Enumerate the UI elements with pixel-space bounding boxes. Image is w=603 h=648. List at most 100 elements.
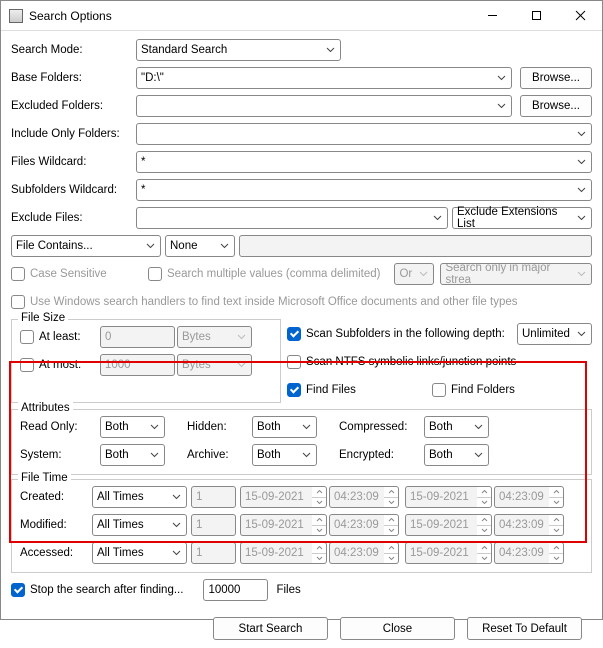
chevron-down-icon — [326, 47, 335, 53]
exclude-files-label: Exclude Files: — [11, 212, 136, 224]
created-date2-input[interactable]: 15-09-2021 — [405, 486, 477, 508]
accessed-mode-combo[interactable]: All Times — [92, 542, 187, 564]
accessed-date1-spin[interactable] — [312, 542, 327, 564]
attributes-fieldset: Attributes Read Only: Both Hidden: Both … — [11, 409, 592, 475]
modified-date1-spin[interactable] — [312, 514, 327, 536]
subfolders-wildcard-combo[interactable]: * — [136, 179, 592, 201]
include-only-label: Include Only Folders: — [11, 128, 136, 140]
created-time1-input[interactable]: 04:23:09 — [329, 486, 384, 508]
files-wildcard-combo[interactable]: * — [136, 151, 592, 173]
up-icon — [549, 487, 563, 498]
find-files-label: Find Files — [306, 384, 356, 396]
stop-after-checkbox[interactable] — [11, 583, 25, 597]
modified-count-input[interactable]: 1 — [191, 514, 236, 536]
modified-time1-input[interactable]: 04:23:09 — [329, 514, 384, 536]
created-count-input[interactable]: 1 — [191, 486, 236, 508]
accessed-time1-input[interactable]: 04:23:09 — [329, 542, 384, 564]
scan-ntfs-checkbox[interactable] — [287, 355, 301, 369]
down-icon — [477, 526, 491, 536]
at-least-unit-combo[interactable]: Bytes — [177, 326, 252, 348]
stop-after-input[interactable]: 10000 — [203, 579, 268, 601]
start-search-button[interactable]: Start Search — [213, 617, 328, 640]
use-handlers-label: Use Windows search handlers to find text… — [30, 296, 518, 308]
contains-mode-combo[interactable]: None — [165, 235, 235, 257]
modified-date2-input[interactable]: 15-09-2021 — [405, 514, 477, 536]
archive-combo[interactable]: Both — [252, 444, 317, 466]
exclude-files-combo[interactable] — [136, 207, 448, 229]
read-only-combo[interactable]: Both — [100, 416, 165, 438]
at-least-input[interactable]: 0 — [100, 326, 175, 348]
created-time2-spin[interactable] — [549, 486, 564, 508]
browse-base-button[interactable]: Browse... — [520, 67, 592, 89]
modified-time2-spin[interactable] — [549, 514, 564, 536]
include-only-combo[interactable] — [136, 123, 592, 145]
created-date1-input[interactable]: 15-09-2021 — [240, 486, 312, 508]
chevron-down-icon — [302, 424, 311, 430]
accessed-time2-spin[interactable] — [549, 542, 564, 564]
chevron-down-icon — [237, 334, 246, 340]
chevron-down-icon — [172, 550, 181, 556]
excluded-folders-combo[interactable] — [136, 95, 512, 117]
exclude-extensions-combo[interactable]: Exclude Extensions List — [452, 207, 592, 229]
scan-subfolders-checkbox[interactable] — [287, 327, 301, 341]
base-folders-combo[interactable]: "D:\" — [136, 67, 512, 89]
system-combo[interactable]: Both — [100, 444, 165, 466]
window-title: Search Options — [29, 9, 470, 23]
up-icon — [384, 515, 398, 526]
scan-ntfs-label: Scan NTFS symbolic links/junction points — [306, 356, 516, 368]
chevron-down-icon — [433, 215, 442, 221]
window: Search Options Search Mode: Standard Sea… — [0, 0, 603, 620]
close-button[interactable] — [558, 2, 602, 30]
chevron-down-icon — [302, 452, 311, 458]
search-major-combo[interactable]: Search only in major strea — [440, 263, 592, 285]
find-folders-checkbox[interactable] — [432, 383, 446, 397]
maximize-button[interactable] — [514, 2, 558, 30]
system-label: System: — [20, 449, 100, 461]
accessed-time1-spin[interactable] — [384, 542, 399, 564]
hidden-combo[interactable]: Both — [252, 416, 317, 438]
depth-combo[interactable]: Unlimited — [517, 323, 592, 345]
created-time1-spin[interactable] — [384, 486, 399, 508]
modified-date1-input[interactable]: 15-09-2021 — [240, 514, 312, 536]
modified-mode-combo[interactable]: All Times — [92, 514, 187, 536]
encrypted-combo[interactable]: Both — [424, 444, 489, 466]
case-sensitive-checkbox[interactable] — [11, 267, 25, 281]
created-mode-combo[interactable]: All Times — [92, 486, 187, 508]
created-date1-spin[interactable] — [312, 486, 327, 508]
file-size-fieldset: File Size At least: 0 Bytes At most: 100… — [11, 319, 281, 403]
reset-default-button[interactable]: Reset To Default — [467, 617, 582, 640]
minimize-button[interactable] — [470, 2, 514, 30]
modified-time1-spin[interactable] — [384, 514, 399, 536]
or-combo[interactable]: Or — [394, 263, 434, 285]
close-dialog-button[interactable]: Close — [340, 617, 455, 640]
compressed-combo[interactable]: Both — [424, 416, 489, 438]
created-date2-spin[interactable] — [477, 486, 492, 508]
accessed-date2-input[interactable]: 15-09-2021 — [405, 542, 477, 564]
at-most-unit-combo[interactable]: Bytes — [177, 354, 252, 376]
at-most-checkbox[interactable] — [20, 358, 34, 372]
down-icon — [384, 554, 398, 564]
accessed-date2-spin[interactable] — [477, 542, 492, 564]
use-handlers-checkbox[interactable] — [11, 295, 25, 309]
modified-date2-spin[interactable] — [477, 514, 492, 536]
search-mode-combo[interactable]: Standard Search — [136, 39, 341, 61]
file-contains-combo[interactable]: File Contains... — [11, 235, 161, 257]
attributes-legend: Attributes — [18, 402, 73, 414]
at-most-input[interactable]: 1000 — [100, 354, 175, 376]
accessed-count-input[interactable]: 1 — [191, 542, 236, 564]
modified-time2-input[interactable]: 04:23:09 — [494, 514, 549, 536]
chevron-down-icon — [220, 243, 229, 249]
up-icon — [312, 543, 326, 554]
created-time2-input[interactable]: 04:23:09 — [494, 486, 549, 508]
accessed-date1-input[interactable]: 15-09-2021 — [240, 542, 312, 564]
browse-excluded-button[interactable]: Browse... — [520, 95, 592, 117]
contains-value-input[interactable] — [239, 235, 592, 257]
search-multiple-checkbox[interactable] — [148, 267, 162, 281]
at-least-checkbox[interactable] — [20, 330, 34, 344]
find-files-checkbox[interactable] — [287, 383, 301, 397]
titlebar: Search Options — [1, 1, 602, 31]
stop-after-label: Stop the search after finding... — [30, 584, 183, 596]
accessed-time2-input[interactable]: 04:23:09 — [494, 542, 549, 564]
accessed-label: Accessed: — [20, 547, 92, 559]
files-wildcard-label: Files Wildcard: — [11, 156, 136, 168]
